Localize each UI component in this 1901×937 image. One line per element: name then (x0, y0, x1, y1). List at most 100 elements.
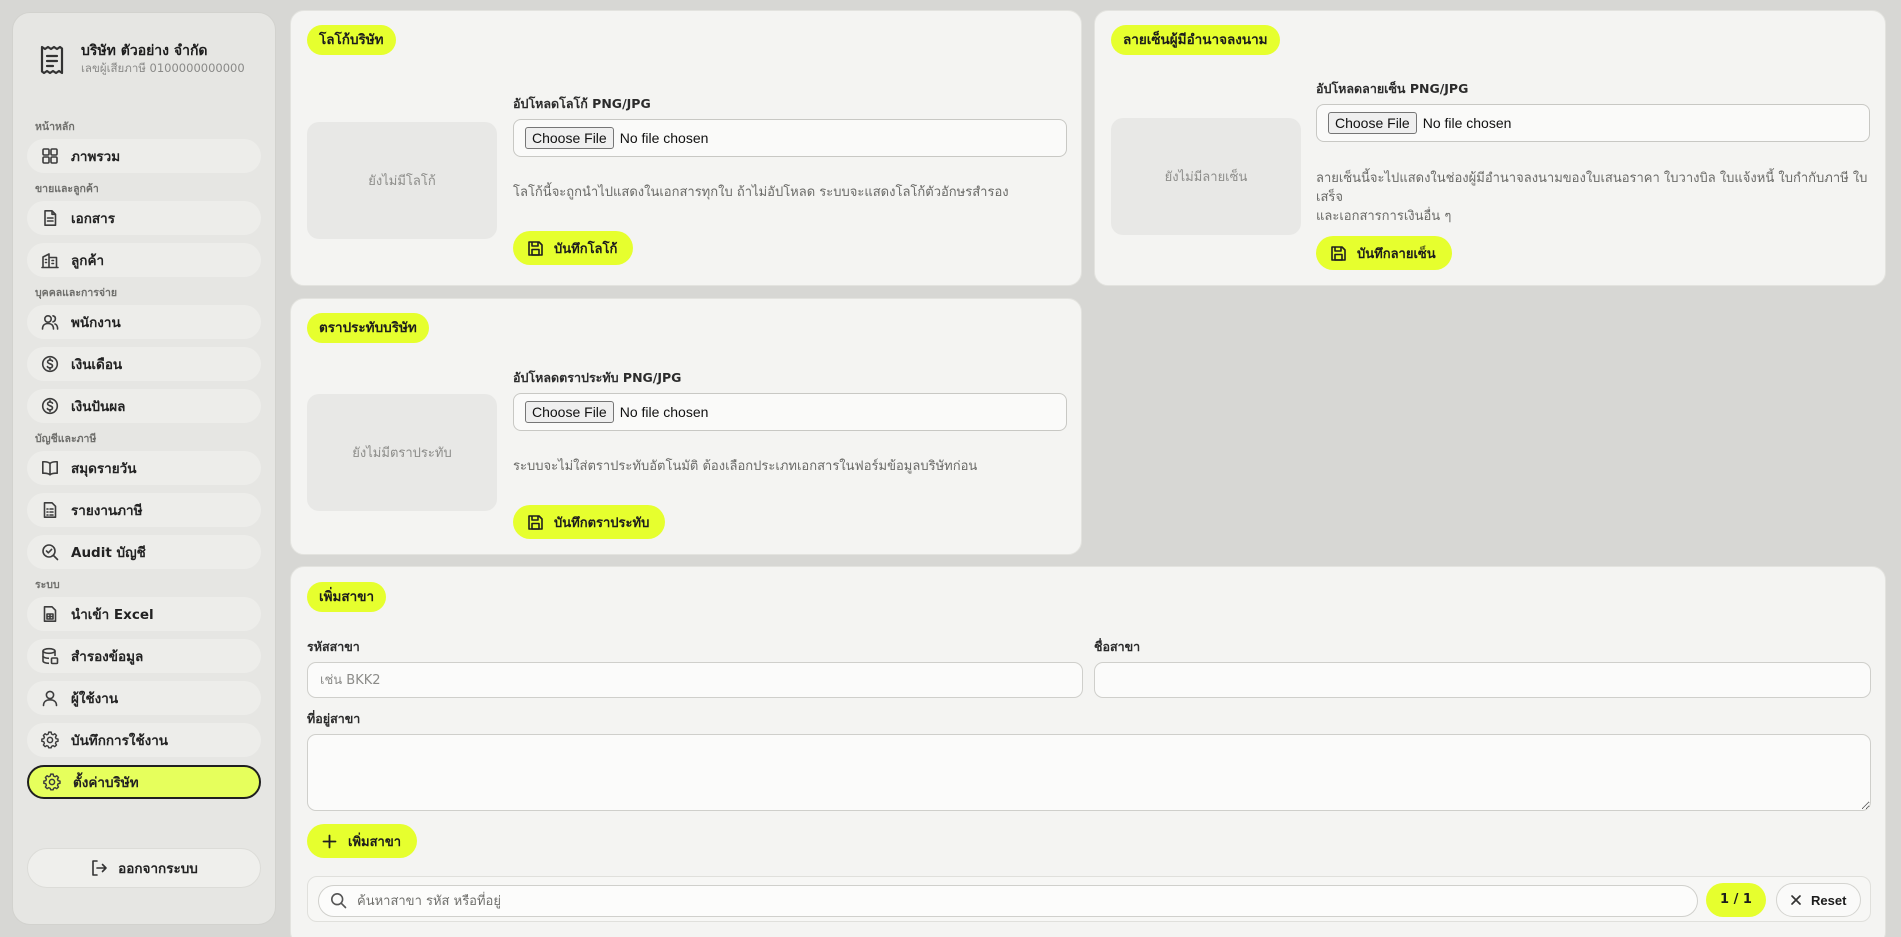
sidebar-item-label: เงินเดือน (71, 357, 123, 373)
sidebar-item-salary[interactable]: เงินเดือน (27, 347, 261, 381)
save-signature-button[interactable]: บันทึกลายเซ็น (1316, 236, 1452, 270)
save-icon (1330, 245, 1347, 262)
sidebar-item-users[interactable]: ผู้ใช้งาน (27, 681, 261, 715)
sidebar-item-activity-log[interactable]: บันทึกการใช้งาน (27, 723, 261, 757)
sidebar-nav: หน้าหลัก ภาพรวม ขายและลูกค้า เอกสาร ลูกค… (27, 105, 261, 799)
nav-group-sales: ขายและลูกค้า (35, 183, 99, 195)
logo-file-input[interactable]: Choose File No file chosen (513, 119, 1067, 157)
signature-card-title: ลายเซ็นผู้มีอำนาจลงนาม (1111, 25, 1280, 55)
logout-label: ออกจากระบบ (118, 861, 198, 877)
sidebar-item-label: สำรองข้อมูล (71, 649, 144, 665)
stamp-hint: ระบบจะไม่ใส่ตราประทับอัตโนมัติ ต้องเลือก… (513, 459, 978, 474)
save-signature-label: บันทึกลายเซ็น (1357, 246, 1436, 262)
sidebar-item-label: เอกสาร (71, 211, 115, 227)
signature-card: ลายเซ็นผู้มีอำนาจลงนาม ยังไม่มีลายเซ็น อ… (1094, 10, 1886, 286)
signature-upload-label: อัปโหลดลายเซ็น PNG/JPG (1316, 81, 1469, 96)
gear-icon (43, 773, 61, 791)
choose-file-button[interactable]: Choose File (525, 401, 614, 423)
branch-search-input[interactable] (318, 885, 1698, 917)
sidebar: บริษัท ตัวอย่าง จำกัด เลขผู้เสียภาษี 010… (12, 12, 276, 925)
company-brand: บริษัท ตัวอย่าง จำกัด เลขผู้เสียภาษี 010… (39, 43, 245, 76)
sidebar-item-journal[interactable]: สมุดรายวัน (27, 451, 261, 485)
logo-preview: ยังไม่มีโลโก้ (307, 122, 497, 239)
sidebar-item-label: นำเข้า Excel (71, 607, 154, 623)
choose-file-button[interactable]: Choose File (525, 127, 614, 149)
file-status: No file chosen (619, 404, 709, 420)
sidebar-item-label: บันทึกการใช้งาน (71, 733, 169, 749)
sidebar-item-audit[interactable]: Audit บัญชี (27, 535, 261, 569)
add-branch-label: เพิ่มสาขา (348, 834, 402, 850)
reset-button[interactable]: Reset (1776, 883, 1862, 917)
save-logo-button[interactable]: บันทึกโลโก้ (513, 231, 634, 265)
save-logo-label: บันทึกโลโก้ (554, 241, 618, 257)
stamp-card-title: ตราประทับบริษัท (307, 313, 429, 343)
choose-file-button[interactable]: Choose File (1328, 112, 1417, 134)
branch-code-label: รหัสสาขา (307, 639, 360, 654)
stamp-card: ตราประทับบริษัท ยังไม่มีตราประทับ อัปโหล… (290, 298, 1082, 555)
sidebar-item-tax-report[interactable]: รายงานภาษี (27, 493, 261, 527)
signature-hint-line2: และเอกสารการเงินอื่น ๆ (1316, 209, 1452, 224)
branch-name-label: ชื่อสาขา (1094, 639, 1141, 654)
sidebar-item-label: ลูกค้า (71, 253, 105, 269)
sidebar-item-import-excel[interactable]: นำเข้า Excel (27, 597, 261, 631)
branch-search-bar: 1 / 1 Reset (307, 876, 1871, 922)
sidebar-item-customers[interactable]: ลูกค้า (27, 243, 261, 277)
dollar-circle-icon (41, 355, 59, 373)
signature-file-input[interactable]: Choose File No file chosen (1316, 104, 1870, 142)
report-icon (41, 501, 59, 519)
document-icon (41, 209, 59, 227)
nav-group-people: บุคคลและการจ่าย (35, 287, 118, 299)
plus-icon (321, 833, 338, 850)
sidebar-item-label: Audit บัญชี (71, 545, 146, 561)
branch-name-input[interactable] (1094, 662, 1871, 698)
branch-address-label: ที่อยู่สาขา (307, 711, 361, 726)
sidebar-item-label: สมุดรายวัน (71, 461, 137, 477)
audit-search-icon (41, 543, 59, 561)
sidebar-item-label: ผู้ใช้งาน (71, 691, 119, 707)
nav-group-home: หน้าหลัก (35, 121, 75, 133)
sidebar-item-backup[interactable]: สำรองข้อมูล (27, 639, 261, 673)
sidebar-item-documents[interactable]: เอกสาร (27, 201, 261, 235)
users-icon (41, 313, 59, 331)
logo-hint: โลโก้นี้จะถูกนำไปแสดงในเอกสารทุกใบ ถ้าไม… (513, 185, 1009, 200)
sidebar-item-label: ตั้งค่าบริษัท (73, 775, 139, 791)
dashboard-icon (41, 147, 59, 165)
sidebar-item-label: พนักงาน (71, 315, 121, 331)
sidebar-item-label: เงินปันผล (71, 399, 126, 415)
add-branch-button[interactable]: เพิ่มสาขา (307, 824, 418, 858)
logo-card-title: โลโก้บริษัท (307, 25, 396, 55)
file-spreadsheet-icon (41, 605, 59, 623)
branch-card-title: เพิ่มสาขา (307, 582, 387, 612)
file-status: No file chosen (1422, 115, 1512, 131)
sidebar-item-company-settings[interactable]: ตั้งค่าบริษัท (27, 765, 261, 799)
logout-icon (90, 859, 108, 877)
close-icon (1789, 893, 1803, 907)
company-tax-id: เลขผู้เสียภาษี 0100000000000 (81, 61, 245, 75)
branch-code-input[interactable] (307, 662, 1083, 698)
branch-address-input[interactable] (307, 734, 1871, 811)
nav-group-accounting: บัญชีและภาษี (35, 433, 97, 445)
save-stamp-button[interactable]: บันทึกตราประทับ (513, 505, 666, 539)
logo-upload-label: อัปโหลดโลโก้ PNG/JPG (513, 96, 651, 111)
sidebar-item-label: ภาพรวม (71, 149, 121, 165)
logout-button[interactable]: ออกจากระบบ (27, 848, 261, 888)
signature-hint: ลายเซ็นนี้จะไปแสดงในช่องผู้มีอำนาจลงนามข… (1316, 169, 1876, 226)
logo-card: โลโก้บริษัท ยังไม่มีโลโก้ อัปโหลดโลโก้ P… (290, 10, 1082, 286)
signature-preview: ยังไม่มีลายเซ็น (1111, 118, 1301, 235)
sidebar-item-dividends[interactable]: เงินปันผล (27, 389, 261, 423)
reset-label: Reset (1811, 892, 1847, 908)
save-icon (527, 240, 544, 257)
save-stamp-label: บันทึกตราประทับ (554, 515, 650, 531)
stamp-upload-label: อัปโหลดตราประทับ PNG/JPG (513, 370, 682, 385)
sidebar-item-employees[interactable]: พนักงาน (27, 305, 261, 339)
sidebar-item-overview[interactable]: ภาพรวม (27, 139, 261, 173)
stamp-file-input[interactable]: Choose File No file chosen (513, 393, 1067, 431)
user-icon (41, 689, 59, 707)
branch-card: เพิ่มสาขา รหัสสาขา ชื่อสาขา ที่อยู่สาขา … (290, 566, 1886, 937)
save-icon (527, 514, 544, 531)
sidebar-item-label: รายงานภาษี (71, 503, 143, 519)
stamp-preview: ยังไม่มีตราประทับ (307, 394, 497, 511)
file-status: No file chosen (619, 130, 709, 146)
branch-page-count: 1 / 1 (1706, 883, 1766, 917)
nav-group-system: ระบบ (35, 579, 60, 591)
